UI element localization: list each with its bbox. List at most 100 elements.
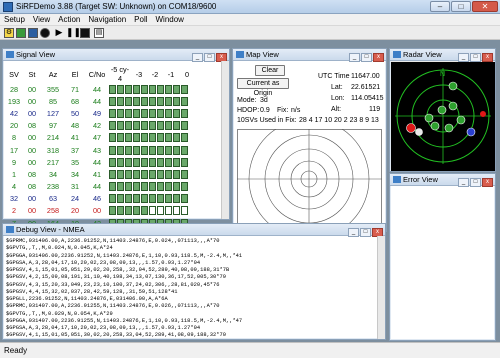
signal-bar — [125, 108, 132, 118]
signal-table: SV St Az El C/No -5 cy-4 -3 -2 -1 0 28 00 355 71 44 19… — [5, 65, 195, 229]
signal-bars — [109, 132, 195, 144]
record-icon[interactable] — [40, 28, 50, 38]
signal-bar — [133, 121, 140, 131]
window-maximize-button[interactable]: □ — [470, 53, 481, 62]
signal-bar — [141, 145, 148, 155]
signal-bar — [141, 96, 148, 106]
signal-cell-el: 34 — [70, 169, 80, 179]
window-minimize-button[interactable]: _ — [349, 53, 360, 62]
signal-bar — [173, 121, 180, 131]
menu-action[interactable]: Action — [54, 14, 84, 25]
signal-cell-el: 41 — [70, 133, 80, 143]
signal-bar — [117, 121, 124, 131]
radar-view-titlebar[interactable]: Radar View _ □ x — [390, 49, 495, 62]
radar-satellite — [466, 127, 476, 137]
print-icon[interactable]: ▤ — [94, 28, 104, 38]
signal-bar — [109, 96, 116, 106]
window-minimize-button[interactable]: _ — [458, 178, 469, 187]
signal-bar — [157, 121, 164, 131]
window-close-button[interactable]: x — [482, 178, 493, 187]
signal-view-titlebar[interactable]: Signal View _ □ x — [3, 49, 229, 62]
signal-cell-cno: 43 — [92, 145, 102, 155]
list-item: $GPGSV,4,2,15,09,08,191,31,10,40,198,34,… — [6, 274, 226, 281]
window-close-button[interactable]: x — [482, 53, 493, 62]
signal-bar — [117, 84, 124, 94]
window-maximize-button[interactable]: □ — [470, 178, 481, 187]
list-item: $GPVTG,,T,,M,0.024,N,0.045,K,A*24 — [6, 245, 113, 252]
signal-view-title: Signal View — [16, 50, 56, 59]
settings-icon[interactable]: ⚙ — [4, 28, 14, 38]
radar-satellite — [406, 123, 416, 133]
signal-cell-st: 08 — [27, 121, 37, 131]
signal-cell-el: 68 — [70, 96, 80, 106]
table-row: 32 00 63 24 46 — [5, 193, 195, 205]
title-bar: SiRFDemo 3.88 (Target SW: Unknown) on CO… — [0, 0, 500, 14]
signal-cell-cno: 44 — [92, 84, 102, 94]
list-item: $GPGSV,4,3,15,20,33,049,23,23,10,100,37,… — [6, 281, 220, 288]
window-close-button[interactable]: x — [373, 53, 384, 62]
signal-cell-sv: 4 — [11, 182, 17, 192]
signal-bar — [133, 169, 140, 179]
stop-icon[interactable] — [80, 28, 90, 38]
radar-north-label: N — [440, 71, 445, 78]
debug-scrollbar[interactable] — [377, 236, 385, 339]
window-minimize-button[interactable]: _ — [192, 53, 203, 62]
minimize-button[interactable]: – — [430, 1, 450, 12]
svs-used-label: 10SVs Used in Fix: — [237, 117, 297, 124]
error-view-titlebar[interactable]: Error View _ □ x — [390, 174, 495, 187]
pause-icon[interactable]: ❚❚ — [66, 28, 81, 38]
error-view-window: Error View _ □ x — [389, 173, 496, 341]
menu-view[interactable]: View — [29, 14, 54, 25]
signal-bar — [109, 194, 116, 204]
list-item: $GPRMC,031406.00,A,2236.91252,N,11403.24… — [6, 238, 220, 244]
menu-setup[interactable]: Setup — [0, 14, 29, 25]
signal-bar — [141, 108, 148, 118]
play-icon[interactable]: ▶ — [54, 28, 64, 38]
signal-bar — [109, 121, 116, 131]
signal-bar — [109, 133, 116, 143]
window-maximize-button[interactable]: □ — [360, 228, 371, 237]
clear-button[interactable]: Clear — [255, 65, 285, 76]
menu-navigation[interactable]: Navigation — [84, 14, 130, 25]
signal-bar — [149, 121, 156, 131]
signal-bar — [109, 108, 116, 118]
window-minimize-button[interactable]: _ — [458, 53, 469, 62]
signal-cell-az: 85 — [48, 96, 58, 106]
map-plot — [237, 129, 382, 229]
signal-bar — [181, 108, 188, 118]
grid-icon[interactable] — [28, 28, 38, 38]
debug-view-titlebar[interactable]: Debug View - NMEA _ □ x — [3, 224, 385, 237]
signal-cell-st: 00 — [27, 206, 37, 216]
signal-cell-az: 318 — [46, 145, 60, 155]
signal-cell-cno: 41 — [92, 169, 102, 179]
window-minimize-button[interactable]: _ — [348, 228, 359, 237]
signal-bar — [117, 169, 124, 179]
signal-cell-st: 00 — [27, 84, 37, 94]
window-maximize-button[interactable]: □ — [361, 53, 372, 62]
signal-bar — [173, 157, 180, 167]
app-title: SiRFDemo 3.88 (Target SW: Unknown) on CO… — [16, 2, 217, 11]
signal-bar — [125, 194, 132, 204]
alt-label: Alt: — [331, 106, 342, 113]
signal-cell-el: 37 — [70, 145, 80, 155]
list-item: $GPVTG,,T,,M,0.029,N,0.054,K,A*29 — [6, 310, 113, 317]
window-maximize-button[interactable]: □ — [204, 53, 215, 62]
menu-window[interactable]: Window — [152, 14, 188, 25]
gps-icon[interactable] — [16, 28, 26, 38]
current-as-origin-button[interactable]: Current as Origin — [237, 78, 289, 97]
status-text: Ready — [4, 346, 28, 355]
list-item: $GPGGA,031406.00,2236.91252,N,11403.2487… — [6, 252, 243, 259]
maximize-button[interactable]: □ — [451, 1, 471, 12]
signal-bar — [173, 84, 180, 94]
utc-label: UTC Time — [318, 73, 350, 80]
signal-bar — [149, 206, 156, 216]
signal-cell-az: 355 — [46, 84, 60, 94]
signal-bar — [173, 133, 180, 143]
map-view-titlebar[interactable]: Map View _ □ x — [233, 49, 386, 62]
radar-satellite — [437, 105, 447, 115]
signal-bar — [181, 157, 188, 167]
menu-poll[interactable]: Poll — [130, 14, 151, 25]
list-item: $GPGSV,4,1,15,01,05,051,30,02,20,258,33,… — [6, 332, 226, 339]
signal-scrollbar[interactable] — [221, 61, 229, 219]
close-button[interactable]: ✕ — [472, 1, 498, 12]
